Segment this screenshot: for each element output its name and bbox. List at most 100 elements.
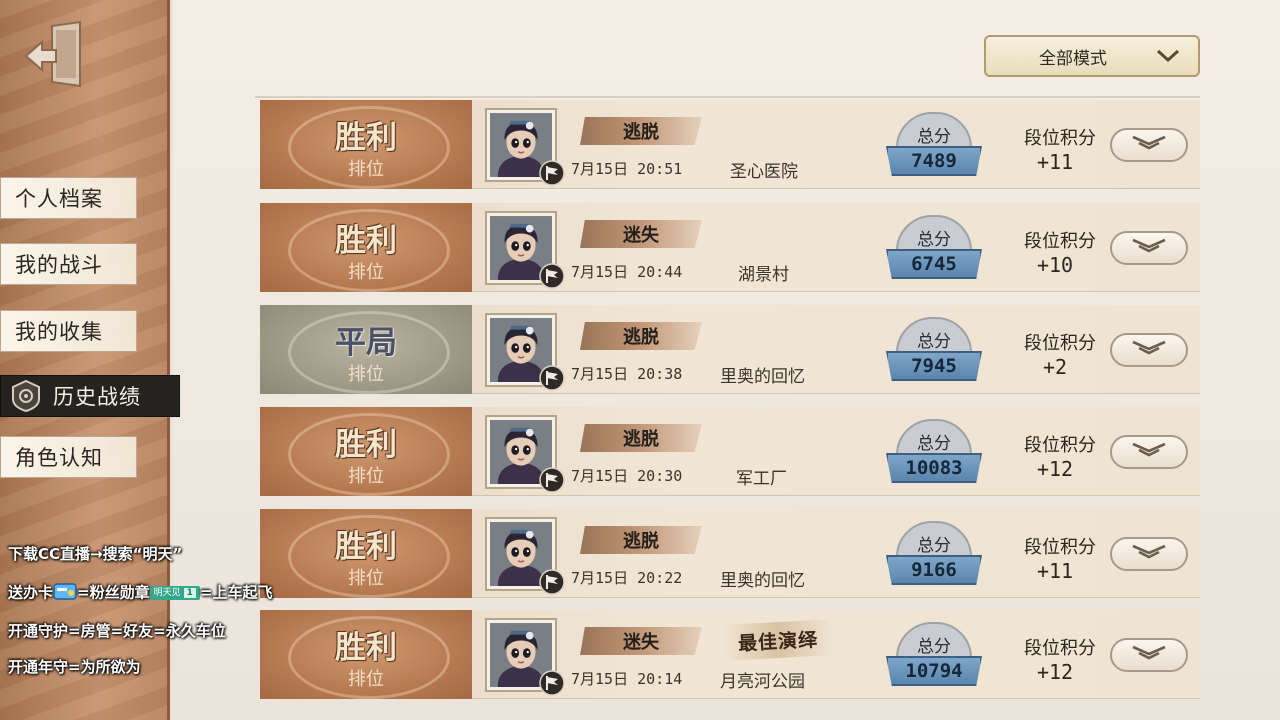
badge-emblem-icon [9, 379, 43, 413]
expand-details-button[interactable] [1110, 638, 1188, 672]
sidebar-item-label: 个人档案 [15, 187, 103, 211]
white-flag-icon [539, 467, 565, 493]
expand-details-button[interactable] [1110, 128, 1188, 162]
match-result: 胜利 [335, 120, 397, 156]
map-name: 月亮河公园 [720, 672, 805, 692]
match-type: 排位 [348, 466, 384, 487]
fan-medal-badge: 明天见 1 [149, 586, 200, 600]
double-chevron-down-icon [1127, 132, 1171, 158]
result-badge: 胜利 排位 [260, 100, 472, 189]
map-name: 湖景村 [738, 265, 789, 285]
match-datetime: 7月15日 20:51 [571, 160, 683, 178]
fan-medal-name: 明天见 [153, 588, 181, 598]
match-datetime: 7月15日 20:14 [571, 670, 683, 688]
rank-points-label: 段位积分 [1024, 128, 1096, 149]
match-type: 排位 [348, 669, 384, 690]
total-score-badge: 总分 10794 [886, 622, 982, 692]
outcome-tag: 逃脱 [580, 424, 702, 452]
match-datetime: 7月15日 20:44 [571, 263, 683, 281]
match-row[interactable]: 胜利 排位 逃脱 7月15日 20:30 军工厂 总分 10083 段位积分 +… [260, 407, 1200, 496]
rank-points-label: 段位积分 [1024, 537, 1096, 558]
outcome-tag: 逃脱 [580, 322, 702, 350]
result-badge: 胜利 排位 [260, 407, 472, 496]
result-badge: 胜利 排位 [260, 509, 472, 598]
score-value: 9166 [886, 555, 982, 585]
sidebar-item-profile[interactable]: 个人档案 [0, 177, 137, 219]
expand-details-button[interactable] [1110, 333, 1188, 367]
match-datetime: 7月15日 20:30 [571, 467, 683, 485]
mode-filter-dropdown[interactable]: 全部模式 [984, 35, 1200, 77]
sidebar-item-character-knowledge[interactable]: 角色认知 [0, 436, 137, 478]
sidebar-item-label: 历史战绩 [53, 385, 141, 409]
rank-points-value: +12 [1036, 660, 1074, 684]
double-chevron-down-icon [1127, 439, 1171, 465]
chevron-down-icon [1148, 46, 1188, 66]
sidebar [0, 0, 170, 720]
double-chevron-down-icon [1127, 541, 1171, 567]
rank-points-value: +11 [1036, 559, 1074, 583]
rank-points-value: +11 [1036, 150, 1074, 174]
outcome-tag: 迷失 [580, 220, 702, 248]
rank-points-label: 段位积分 [1024, 231, 1096, 252]
score-value: 7945 [886, 351, 982, 381]
match-result: 胜利 [335, 529, 397, 565]
score-value: 10794 [886, 656, 982, 686]
sidebar-item-my-collection[interactable]: 我的收集 [0, 310, 137, 352]
result-badge: 平局 排位 [260, 305, 472, 394]
outcome-tag: 迷失 [580, 627, 702, 655]
white-flag-icon [539, 569, 565, 595]
match-type: 排位 [348, 159, 384, 180]
match-type: 排位 [348, 262, 384, 283]
match-row[interactable]: 胜利 排位 逃脱 7月15日 20:22 里奥的回忆 总分 9166 段位积分 … [260, 509, 1200, 598]
score-value: 10083 [886, 453, 982, 483]
score-value: 6745 [886, 249, 982, 279]
overlay-line-3: 开通守护=房管=好友=永久车位 [8, 622, 226, 640]
match-row[interactable]: 胜利 排位 逃脱 7月15日 20:51 圣心医院 总分 7489 段位积分 +… [260, 100, 1200, 189]
match-row[interactable]: 平局 排位 逃脱 7月15日 20:38 里奥的回忆 总分 7945 段位积分 … [260, 305, 1200, 394]
overlay-line-2: 送办卡 =粉丝勋章 明天见 1 =上车起飞 [8, 581, 272, 605]
total-score-badge: 总分 7945 [886, 317, 982, 387]
match-result: 胜利 [335, 630, 397, 666]
best-performance-stamp: 最佳演绎 [721, 619, 835, 661]
rank-points-value: +2 [1042, 355, 1068, 379]
mode-filter-label: 全部模式 [1039, 48, 1107, 69]
total-score-badge: 总分 9166 [886, 521, 982, 591]
match-result: 胜利 [335, 427, 397, 463]
map-name: 里奥的回忆 [720, 367, 805, 387]
exit-door-icon[interactable] [22, 20, 88, 90]
expand-details-button[interactable] [1110, 537, 1188, 571]
result-badge: 胜利 排位 [260, 610, 472, 699]
double-chevron-down-icon [1127, 235, 1171, 261]
match-row[interactable]: 胜利 排位 迷失 7月15日 20:44 湖景村 总分 6745 段位积分 +1… [260, 203, 1200, 292]
white-flag-icon [539, 670, 565, 696]
outcome-tag: 逃脱 [580, 117, 702, 145]
match-row[interactable]: 胜利 排位 迷失 7月15日 20:14 月亮河公园 最佳演绎 总分 10794… [260, 610, 1200, 699]
map-name: 圣心医院 [730, 162, 798, 182]
match-type: 排位 [348, 364, 384, 385]
double-chevron-down-icon [1127, 337, 1171, 363]
overlay-line-4: 开通年守=为所欲为 [8, 658, 141, 676]
outcome-tag: 逃脱 [580, 526, 702, 554]
result-badge: 胜利 排位 [260, 203, 472, 292]
expand-details-button[interactable] [1110, 231, 1188, 265]
sidebar-item-label: 角色认知 [15, 446, 103, 470]
overlay-line-2-pre: 送办卡 [8, 583, 54, 602]
total-score-badge: 总分 6745 [886, 215, 982, 285]
rank-points-value: +12 [1036, 457, 1074, 481]
white-flag-icon [539, 160, 565, 186]
sidebar-item-my-battles[interactable]: 我的战斗 [0, 243, 137, 285]
map-name: 军工厂 [736, 469, 787, 489]
total-score-badge: 总分 7489 [886, 112, 982, 182]
white-flag-icon [539, 263, 565, 289]
fan-medal-level: 1 [183, 588, 196, 598]
divider [255, 96, 1200, 98]
match-datetime: 7月15日 20:38 [571, 365, 683, 383]
overlay-line-2-mid: =粉丝勋章 [77, 583, 150, 602]
rank-points-value: +10 [1036, 253, 1074, 277]
sidebar-item-match-history[interactable]: 历史战绩 [0, 375, 180, 417]
match-type: 排位 [348, 568, 384, 589]
double-chevron-down-icon [1127, 642, 1171, 668]
rank-points-label: 段位积分 [1024, 638, 1096, 659]
expand-details-button[interactable] [1110, 435, 1188, 469]
sidebar-item-label: 我的战斗 [15, 253, 103, 277]
